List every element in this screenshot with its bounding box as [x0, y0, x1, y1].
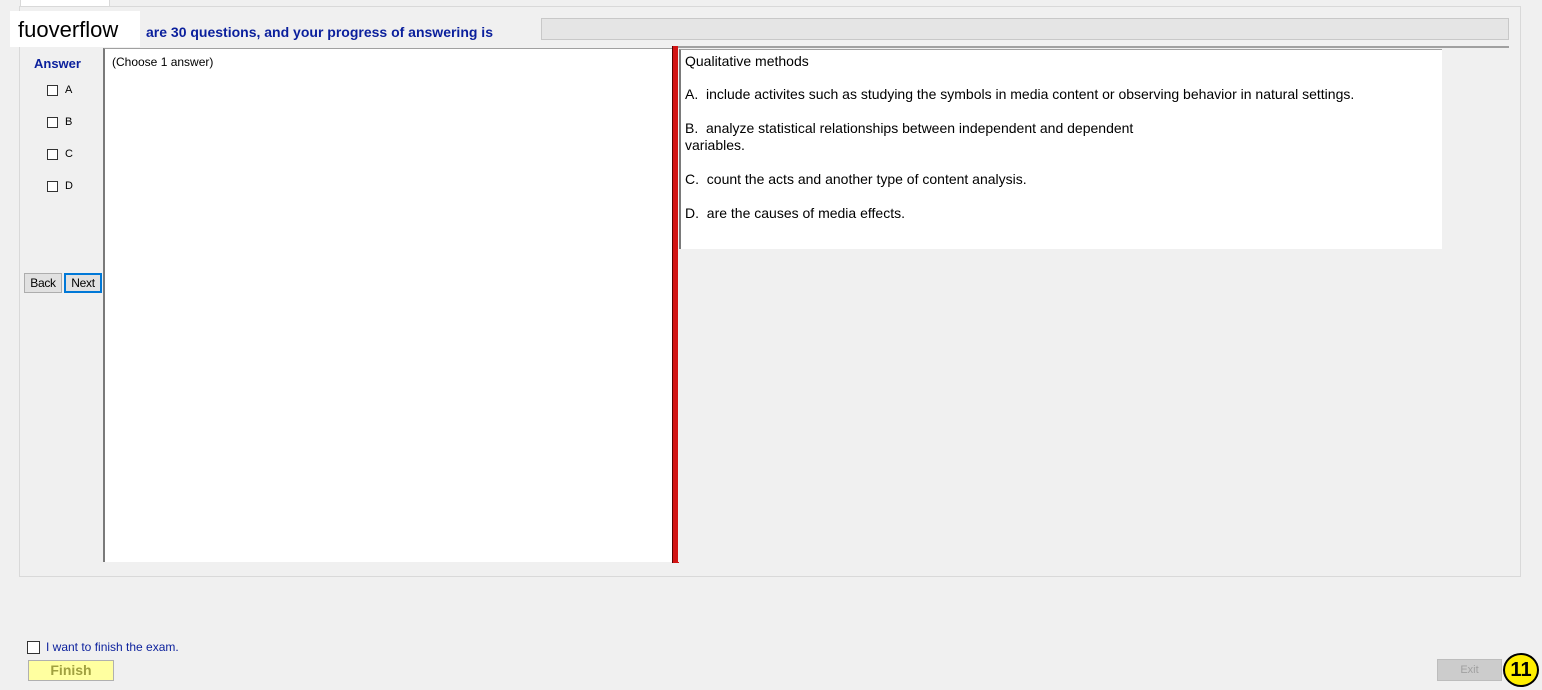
finish-confirm[interactable]: I want to finish the exam.	[27, 640, 179, 654]
checkbox-a[interactable]	[47, 84, 58, 96]
finish-confirm-label: I want to finish the exam.	[46, 640, 179, 654]
answer-option-label: D	[65, 180, 73, 192]
answer-option-c[interactable]: C	[47, 147, 73, 161]
next-button[interactable]: Next	[64, 273, 102, 293]
answer-option-b[interactable]: B	[47, 115, 72, 129]
instruction-text: (Choose 1 answer)	[112, 55, 214, 69]
progress-label: are 30 questions, and your progress of a…	[146, 24, 493, 40]
answer-option-label: C	[65, 148, 73, 160]
answer-option-a[interactable]: A	[47, 83, 72, 97]
exit-button[interactable]: Exit	[1437, 659, 1502, 681]
back-button[interactable]: Back	[24, 273, 62, 293]
answer-title: Answer	[34, 56, 81, 71]
finish-button[interactable]: Finish	[28, 660, 114, 681]
left-pane: (Choose 1 answer)	[103, 48, 673, 562]
progress-bar	[541, 18, 1509, 40]
question-number-badge: 11	[1503, 653, 1539, 687]
question-option-a: A. include activites such as studying th…	[685, 86, 1355, 102]
checkbox-c[interactable]	[47, 148, 58, 160]
finish-confirm-checkbox[interactable]	[27, 640, 40, 654]
question-option-c: C. count the acts and another type of co…	[685, 171, 1027, 187]
answer-option-d[interactable]: D	[47, 179, 73, 193]
answer-option-label: B	[65, 116, 73, 128]
question-option-b: B. analyze statistical relationships bet…	[685, 120, 1134, 153]
question-option-d: D. are the causes of media effects.	[685, 205, 905, 221]
watermark: fuoverflow	[10, 11, 140, 47]
answer-option-label: A	[65, 84, 73, 96]
question-box: Qualitative methods A. include activites…	[679, 49, 1442, 249]
question-title: Qualitative methods	[685, 53, 809, 69]
checkbox-d[interactable]	[47, 180, 58, 192]
checkbox-b[interactable]	[47, 116, 58, 128]
